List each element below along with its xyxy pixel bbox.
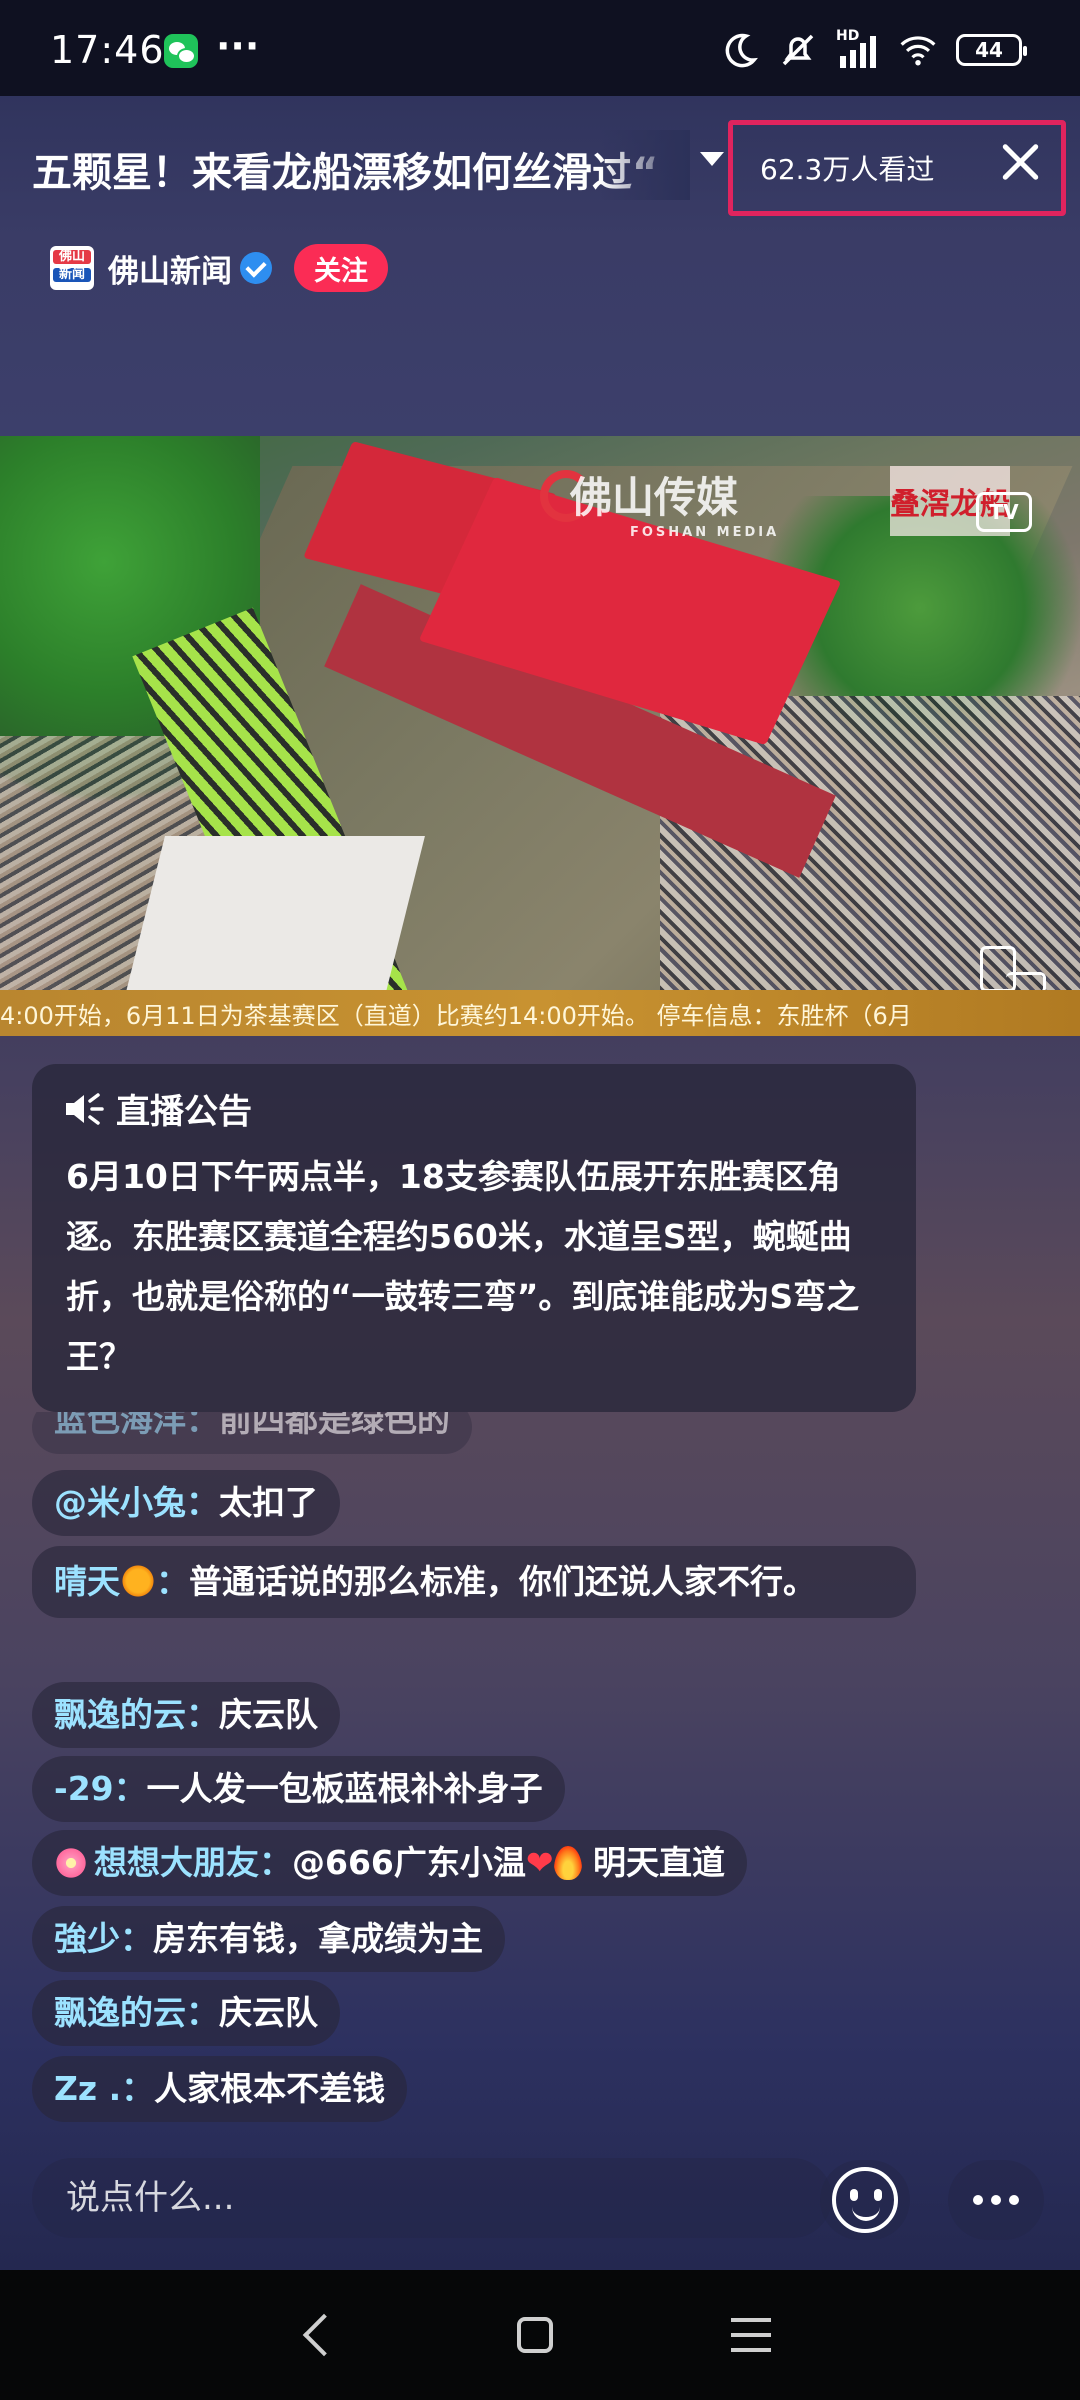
- channel-name[interactable]: 佛山新闻: [108, 246, 232, 291]
- comment-text: 普通话说的那么标准，你们还说人家不行。: [189, 1562, 816, 1601]
- comment-item: -29：一人发一包板蓝根补补身子: [32, 1756, 565, 1822]
- sun-emoji-icon: [120, 1563, 156, 1599]
- more-options-button[interactable]: [948, 2160, 1044, 2240]
- recents-icon[interactable]: [731, 2318, 771, 2352]
- video-watermark: 佛山传媒 FOSHAN MEDIA: [570, 464, 779, 540]
- channel-logo-text-bottom: 新闻: [53, 268, 91, 282]
- comment-nickname[interactable]: 晴天: [54, 1562, 120, 1601]
- video-player[interactable]: 佛山传媒 FOSHAN MEDIA 叠滘龙船 TV 4:00开始，6月11日为茶…: [0, 436, 1080, 1036]
- smile-icon: [832, 2167, 898, 2233]
- back-icon[interactable]: [302, 2313, 346, 2357]
- emoji-button[interactable]: [820, 2160, 910, 2240]
- heart-emoji-icon: ❤: [525, 1843, 554, 1882]
- title-expand-caret-icon[interactable]: [700, 152, 724, 166]
- comment-nickname[interactable]: 飘逸的云：: [54, 1695, 219, 1734]
- comment-text: 房东有钱，拿成绩为主: [153, 1919, 483, 1958]
- wifi-icon: [900, 36, 936, 66]
- wechat-icon: [164, 34, 198, 68]
- signal-icon: HD: [836, 28, 880, 70]
- comment-nickname-colon: ：: [156, 1562, 189, 1601]
- close-icon[interactable]: [998, 140, 1042, 184]
- tv-cast-icon[interactable]: TV: [976, 492, 1032, 532]
- comment-nickname[interactable]: 想想大朋友：: [94, 1843, 292, 1882]
- channel-logo[interactable]: 佛山 新闻: [50, 246, 94, 290]
- comment-item: 想想大朋友：@666广东小温❤ 明天直道: [32, 1830, 748, 1896]
- channel-info[interactable]: 佛山 新闻 佛山新闻 关注: [50, 244, 388, 292]
- live-title[interactable]: 五颗星！来看龙船漂移如何丝滑过“: [32, 140, 682, 198]
- speaker-icon: [66, 1092, 104, 1125]
- comment-text: 太扣了: [219, 1483, 318, 1522]
- comment-text: @666广东小温: [292, 1843, 526, 1882]
- status-time: 17:46: [50, 28, 165, 72]
- comment-nickname[interactable]: Zz .：: [54, 2069, 154, 2108]
- verified-icon: [240, 252, 272, 284]
- comment-nickname[interactable]: -29：: [54, 1769, 147, 1808]
- announcement-header: 直播公告: [62, 1084, 892, 1133]
- live-announcement: 直播公告 6月10日下午两点半，18支参赛队伍展开东胜赛区角逐。东胜赛区赛道全程…: [32, 1064, 916, 1412]
- comment-item: 強少：房东有钱，拿成绩为主: [32, 1906, 505, 1972]
- comment-item: 晴天 ：普通话说的那么标准，你们还说人家不行。: [32, 1546, 916, 1618]
- viewer-count: 62.3万人看过: [760, 153, 935, 186]
- mute-icon: [782, 34, 814, 66]
- system-nav-bar: [0, 2270, 1080, 2400]
- status-bar: 17:46 ··· HD 44: [0, 0, 1080, 96]
- ticker-text: 4:00开始，6月11日为茶基赛区（直道）比赛约14:00开始。 停车信息：东胜…: [0, 1001, 912, 1030]
- flower-emoji-icon: [54, 1846, 88, 1880]
- dot-icon: [1009, 2195, 1019, 2205]
- comment-nickname[interactable]: @米小兔：: [54, 1483, 219, 1522]
- comment-text: 庆云队: [219, 1993, 318, 2032]
- comment-item: Zz .：人家根本不差钱: [32, 2056, 408, 2122]
- dot-icon: [991, 2195, 1001, 2205]
- comment-item: 飘逸的云：庆云队: [32, 1682, 340, 1748]
- more-notifications-icon: ···: [216, 24, 260, 68]
- comment-nickname[interactable]: 強少：: [54, 1919, 153, 1958]
- watermark-text-en: FOSHAN MEDIA: [630, 525, 780, 540]
- channel-logo-text-top: 佛山: [53, 250, 91, 264]
- moon-icon: [725, 33, 758, 68]
- comment-item: @米小兔：太扣了: [32, 1470, 340, 1536]
- comment-text-2: 明天直道: [581, 1843, 726, 1882]
- battery-icon: 44: [956, 34, 1027, 66]
- comment-nickname[interactable]: 飘逸的云：: [54, 1993, 219, 2032]
- comment-text: 人家根本不差钱: [154, 2069, 386, 2108]
- video-ticker: 4:00开始，6月11日为茶基赛区（直道）比赛约14:00开始。 停车信息：东胜…: [0, 990, 1080, 1036]
- fire-emoji-icon: [553, 1846, 582, 1880]
- dot-icon: [973, 2195, 983, 2205]
- announcement-body: 6月10日下午两点半，18支参赛队伍展开东胜赛区角逐。东胜赛区赛道全程约560米…: [66, 1157, 860, 1376]
- hd-label: HD: [836, 28, 860, 44]
- announcement-title: 直播公告: [116, 1092, 252, 1132]
- watermark-text: 佛山传媒: [570, 473, 739, 522]
- comment-input[interactable]: 说点什么...: [32, 2158, 832, 2238]
- status-icons: HD 44: [720, 28, 1027, 70]
- title-fade: [600, 130, 690, 200]
- home-icon[interactable]: [517, 2317, 553, 2353]
- follow-button[interactable]: 关注: [294, 244, 388, 292]
- comment-item: 飘逸的云：庆云队: [32, 1980, 340, 2046]
- comment-text: 一人发一包板蓝根补补身子: [146, 1769, 543, 1808]
- comment-text: 庆云队: [219, 1695, 318, 1734]
